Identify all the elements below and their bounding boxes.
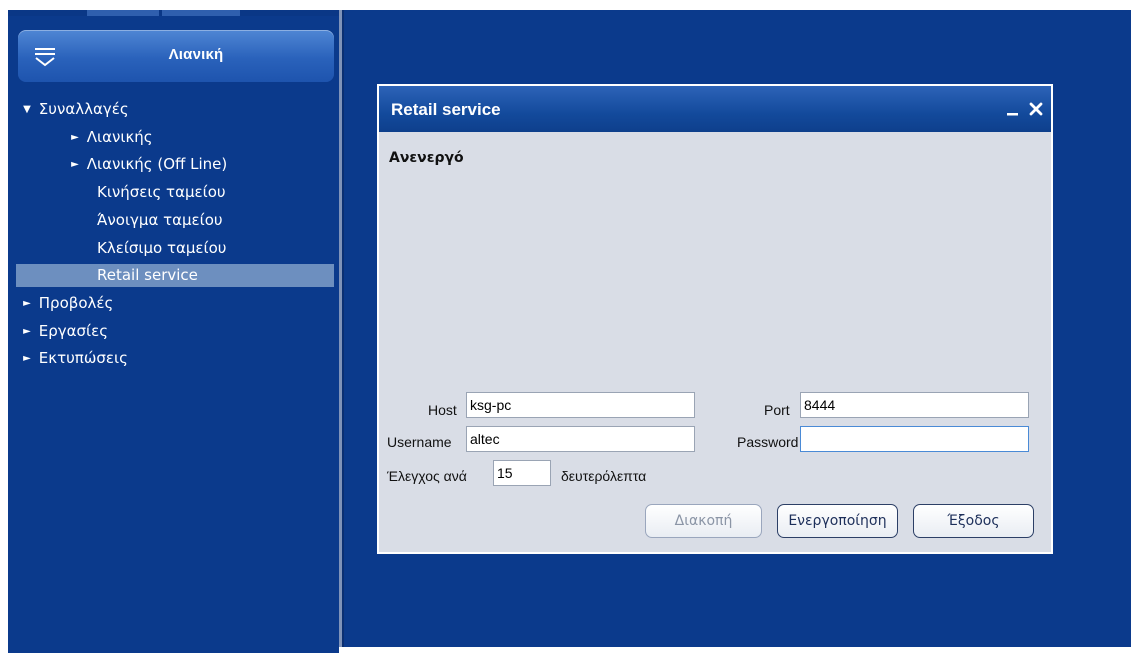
sidebar-title: Λιανική [168,46,224,63]
tree-item-label: Προβολές [38,294,114,312]
tree-item-open-register[interactable]: Άνοιγμα ταμείου [16,209,334,232]
port-label: Port [764,402,790,418]
username-input[interactable] [466,426,695,452]
password-input[interactable] [800,426,1029,452]
username-label: Username [387,434,452,450]
host-label: Host [428,402,457,418]
tree-item-label: Λιανικής (Off Line) [86,155,228,173]
close-icon[interactable] [1027,100,1045,118]
tree-item-close-register[interactable]: Κλείσιμο ταμείου [16,237,334,260]
collapsed-arrow-icon: ► [23,298,31,309]
tree-item-cash-movements[interactable]: Κινήσεις ταμείου [16,181,334,204]
tree-item-label: Λιανικής [86,128,153,146]
port-input[interactable] [800,392,1029,418]
tree-item-label: Κινήσεις ταμείου [97,183,226,201]
collapsed-arrow-icon: ► [23,326,31,337]
tree-item-label: Retail service [97,266,198,284]
tree-item-retail[interactable]: ► Λιανικής [16,126,334,149]
exit-button[interactable]: Έξοδος [913,504,1034,538]
check-interval-input[interactable] [493,460,551,486]
retail-service-dialog: Retail service Ανενεργό Host Port Userna… [377,84,1053,554]
tree-item-transactions[interactable]: ▼ Συναλλαγές [16,98,338,121]
minimize-icon[interactable] [1005,100,1021,118]
tree-item-label: Συναλλαγές [38,100,129,118]
collapsed-arrow-icon: ► [71,132,79,143]
tree-item-label: Εκτυπώσεις [38,349,128,367]
dialog-title-bar[interactable]: Retail service [379,86,1051,132]
seconds-unit-label: δευτερόλεπτα [561,468,647,484]
expanded-arrow-icon: ▼ [23,104,31,115]
application-window: Λιανική ▼ Συναλλαγές ► Λιανικής ► Λιανικ… [8,10,1131,653]
tree-item-label: Εργασίες [38,322,109,340]
tree-item-label: Κλείσιμο ταμείου [97,239,227,257]
dialog-title: Retail service [391,100,501,119]
host-input[interactable] [466,392,695,418]
tree-item-retail-service[interactable]: Retail service [16,264,334,287]
check-interval-label: Έλεγχος ανά [387,468,467,484]
activate-button[interactable]: Ενεργοποίηση [777,504,898,538]
password-label: Password [737,434,799,450]
menu-collapse-icon[interactable] [34,45,56,67]
tree-item-label: Άνοιγμα ταμείου [97,211,223,229]
tree-item-prints[interactable]: ► Εκτυπώσεις [16,347,338,370]
tree-item-tasks[interactable]: ► Εργασίες [16,320,338,343]
sidebar-header[interactable]: Λιανική [18,30,334,82]
collapsed-arrow-icon: ► [71,159,79,170]
sidebar: Λιανική ▼ Συναλλαγές ► Λιανικής ► Λιανικ… [8,16,339,653]
tree-item-views[interactable]: ► Προβολές [16,292,338,315]
stop-button[interactable]: Διακοπή [645,504,762,538]
tree-item-retail-offline[interactable]: ► Λιανικής (Off Line) [16,153,334,176]
status-text: Ανενεργό [389,150,464,166]
collapsed-arrow-icon: ► [23,353,31,364]
